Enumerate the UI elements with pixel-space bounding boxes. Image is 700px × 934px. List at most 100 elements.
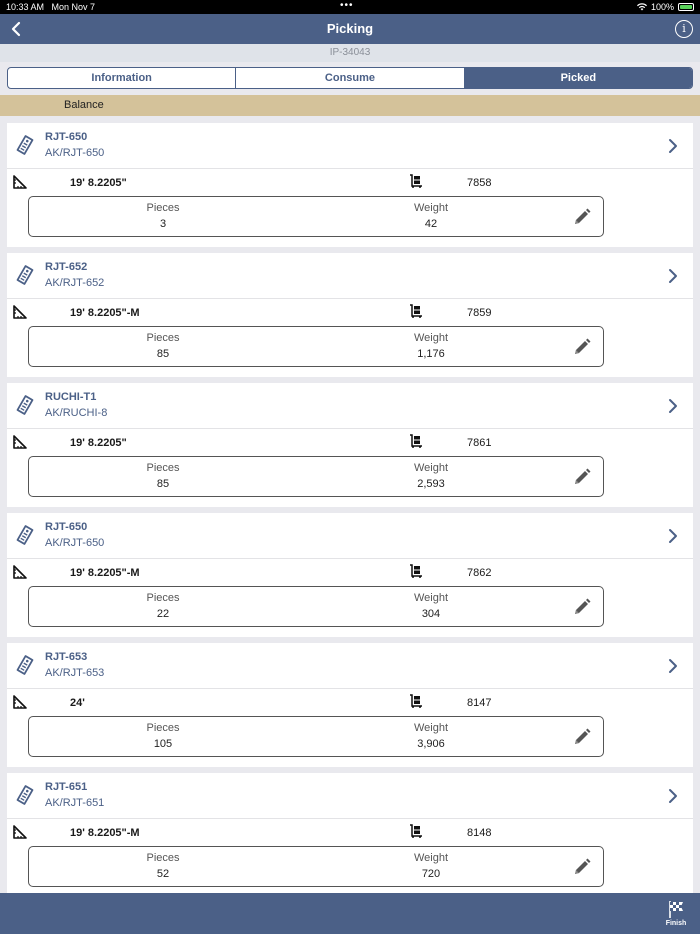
weight-label: Weight bbox=[413, 202, 449, 214]
weight-label: Weight bbox=[413, 592, 449, 604]
item-number: 8148 bbox=[467, 827, 492, 839]
hand-truck-icon bbox=[410, 304, 422, 318]
weight-label: Weight bbox=[413, 332, 449, 344]
quantity-box: Pieces 22 Weight 304 bbox=[28, 586, 604, 627]
weight-value: 3,906 bbox=[417, 738, 445, 750]
item-number: 7862 bbox=[467, 567, 492, 579]
status-right: 100% bbox=[636, 2, 694, 12]
pieces-value: 52 bbox=[156, 868, 170, 880]
pieces-label: Pieces bbox=[146, 722, 180, 734]
picked-item-card: RJT-650 AK/RJT-650 19' 8.2205" 7858 Piec… bbox=[7, 123, 693, 247]
finish-label: Finish bbox=[665, 920, 687, 927]
item-header[interactable]: RJT-651 AK/RJT-651 bbox=[7, 773, 693, 819]
pieces-label: Pieces bbox=[146, 592, 180, 604]
status-time: 10:33 AM Mon Nov 7 bbox=[6, 2, 96, 12]
hand-truck-icon bbox=[410, 174, 422, 188]
page-title: Picking bbox=[326, 21, 374, 36]
chevron-right-icon[interactable] bbox=[667, 788, 679, 804]
tab-information[interactable]: Information bbox=[8, 68, 237, 88]
item-code: RJT-651 bbox=[45, 781, 88, 793]
segmented-tabs: Information Consume Picked bbox=[7, 67, 693, 89]
picked-item-card: RUCHI-T1 AK/RUCHI-8 19' 8.2205" 7861 Pie… bbox=[7, 383, 693, 507]
chevron-right-icon[interactable] bbox=[667, 138, 679, 154]
item-code: RJT-650 bbox=[45, 521, 88, 533]
tab-picked[interactable]: Picked bbox=[464, 68, 692, 88]
chevron-right-icon[interactable] bbox=[667, 268, 679, 284]
weight-value: 1,176 bbox=[417, 348, 445, 360]
pieces-value: 105 bbox=[153, 738, 173, 750]
finish-button[interactable]: Finish bbox=[664, 899, 688, 927]
picked-item-card: RJT-652 AK/RJT-652 19' 8.2205"-M 7859 Pi… bbox=[7, 253, 693, 377]
pencil-icon[interactable] bbox=[572, 467, 592, 487]
tag-icon bbox=[16, 395, 34, 415]
quantity-box: Pieces 85 Weight 2,593 bbox=[28, 456, 604, 497]
weight-label: Weight bbox=[413, 722, 449, 734]
bottom-toolbar: Finish bbox=[0, 893, 700, 934]
pieces-value: 22 bbox=[156, 608, 170, 620]
balance-header: Balance bbox=[0, 95, 700, 116]
tag-icon bbox=[16, 135, 34, 155]
multitask-dots[interactable]: ••• bbox=[340, 0, 354, 11]
item-code: RJT-650 bbox=[45, 131, 88, 143]
item-length: 24' bbox=[70, 697, 85, 709]
item-subcode: AK/RJT-650 bbox=[45, 537, 105, 549]
picked-item-card: RJT-650 AK/RJT-650 19' 8.2205"-M 7862 Pi… bbox=[7, 513, 693, 637]
item-header[interactable]: RJT-653 AK/RJT-653 bbox=[7, 643, 693, 689]
weight-value: 720 bbox=[421, 868, 441, 880]
info-icon[interactable]: i bbox=[675, 20, 693, 38]
pencil-icon[interactable] bbox=[572, 727, 592, 747]
picked-item-card: RJT-651 AK/RJT-651 19' 8.2205"-M 8148 Pi… bbox=[7, 773, 693, 897]
battery-icon bbox=[678, 3, 694, 11]
pencil-icon[interactable] bbox=[572, 207, 592, 227]
order-id: IP-34043 bbox=[0, 44, 700, 62]
chevron-right-icon[interactable] bbox=[667, 658, 679, 674]
pieces-value: 3 bbox=[159, 218, 167, 230]
item-subcode: AK/RJT-653 bbox=[45, 667, 105, 679]
pieces-label: Pieces bbox=[146, 202, 180, 214]
quantity-box: Pieces 105 Weight 3,906 bbox=[28, 716, 604, 757]
item-length: 19' 8.2205"-M bbox=[70, 567, 140, 579]
ruler-icon bbox=[13, 565, 27, 579]
item-code: RUCHI-T1 bbox=[45, 391, 97, 403]
hand-truck-icon bbox=[410, 434, 422, 448]
pieces-value: 85 bbox=[156, 348, 170, 360]
item-code: RJT-652 bbox=[45, 261, 88, 273]
picked-item-card: RJT-653 AK/RJT-653 24' 8147 Pieces 105 W… bbox=[7, 643, 693, 767]
nav-bar: Picking i bbox=[0, 14, 700, 44]
weight-label: Weight bbox=[413, 462, 449, 474]
weight-label: Weight bbox=[413, 852, 449, 864]
chevron-right-icon[interactable] bbox=[667, 398, 679, 414]
ruler-icon bbox=[13, 435, 27, 449]
tag-icon bbox=[16, 525, 34, 545]
item-header[interactable]: RJT-652 AK/RJT-652 bbox=[7, 253, 693, 299]
item-number: 8147 bbox=[467, 697, 492, 709]
pencil-icon[interactable] bbox=[572, 857, 592, 877]
weight-value: 2,593 bbox=[417, 478, 445, 490]
item-number: 7861 bbox=[467, 437, 492, 449]
item-subcode: AK/RUCHI-8 bbox=[45, 407, 108, 419]
status-bar: 10:33 AM Mon Nov 7 ••• 100% bbox=[0, 0, 700, 14]
quantity-box: Pieces 52 Weight 720 bbox=[28, 846, 604, 887]
item-number: 7859 bbox=[467, 307, 492, 319]
pencil-icon[interactable] bbox=[572, 337, 592, 357]
hand-truck-icon bbox=[410, 564, 422, 578]
item-number: 7858 bbox=[467, 177, 492, 189]
item-header[interactable]: RJT-650 AK/RJT-650 bbox=[7, 513, 693, 559]
weight-value: 42 bbox=[424, 218, 438, 230]
hand-truck-icon bbox=[410, 694, 422, 708]
pieces-label: Pieces bbox=[146, 852, 180, 864]
chevron-right-icon[interactable] bbox=[667, 528, 679, 544]
wifi-icon bbox=[636, 3, 647, 11]
item-header[interactable]: RJT-650 AK/RJT-650 bbox=[7, 123, 693, 169]
item-subcode: AK/RJT-651 bbox=[45, 797, 105, 809]
tag-icon bbox=[16, 265, 34, 285]
item-header[interactable]: RUCHI-T1 AK/RUCHI-8 bbox=[7, 383, 693, 429]
quantity-box: Pieces 3 Weight 42 bbox=[28, 196, 604, 237]
battery-percent: 100% bbox=[650, 2, 674, 12]
pieces-value: 85 bbox=[156, 478, 170, 490]
item-length: 19' 8.2205" bbox=[70, 437, 127, 449]
pieces-label: Pieces bbox=[146, 332, 180, 344]
tab-consume[interactable]: Consume bbox=[236, 68, 465, 88]
pencil-icon[interactable] bbox=[572, 597, 592, 617]
ruler-icon bbox=[13, 695, 27, 709]
